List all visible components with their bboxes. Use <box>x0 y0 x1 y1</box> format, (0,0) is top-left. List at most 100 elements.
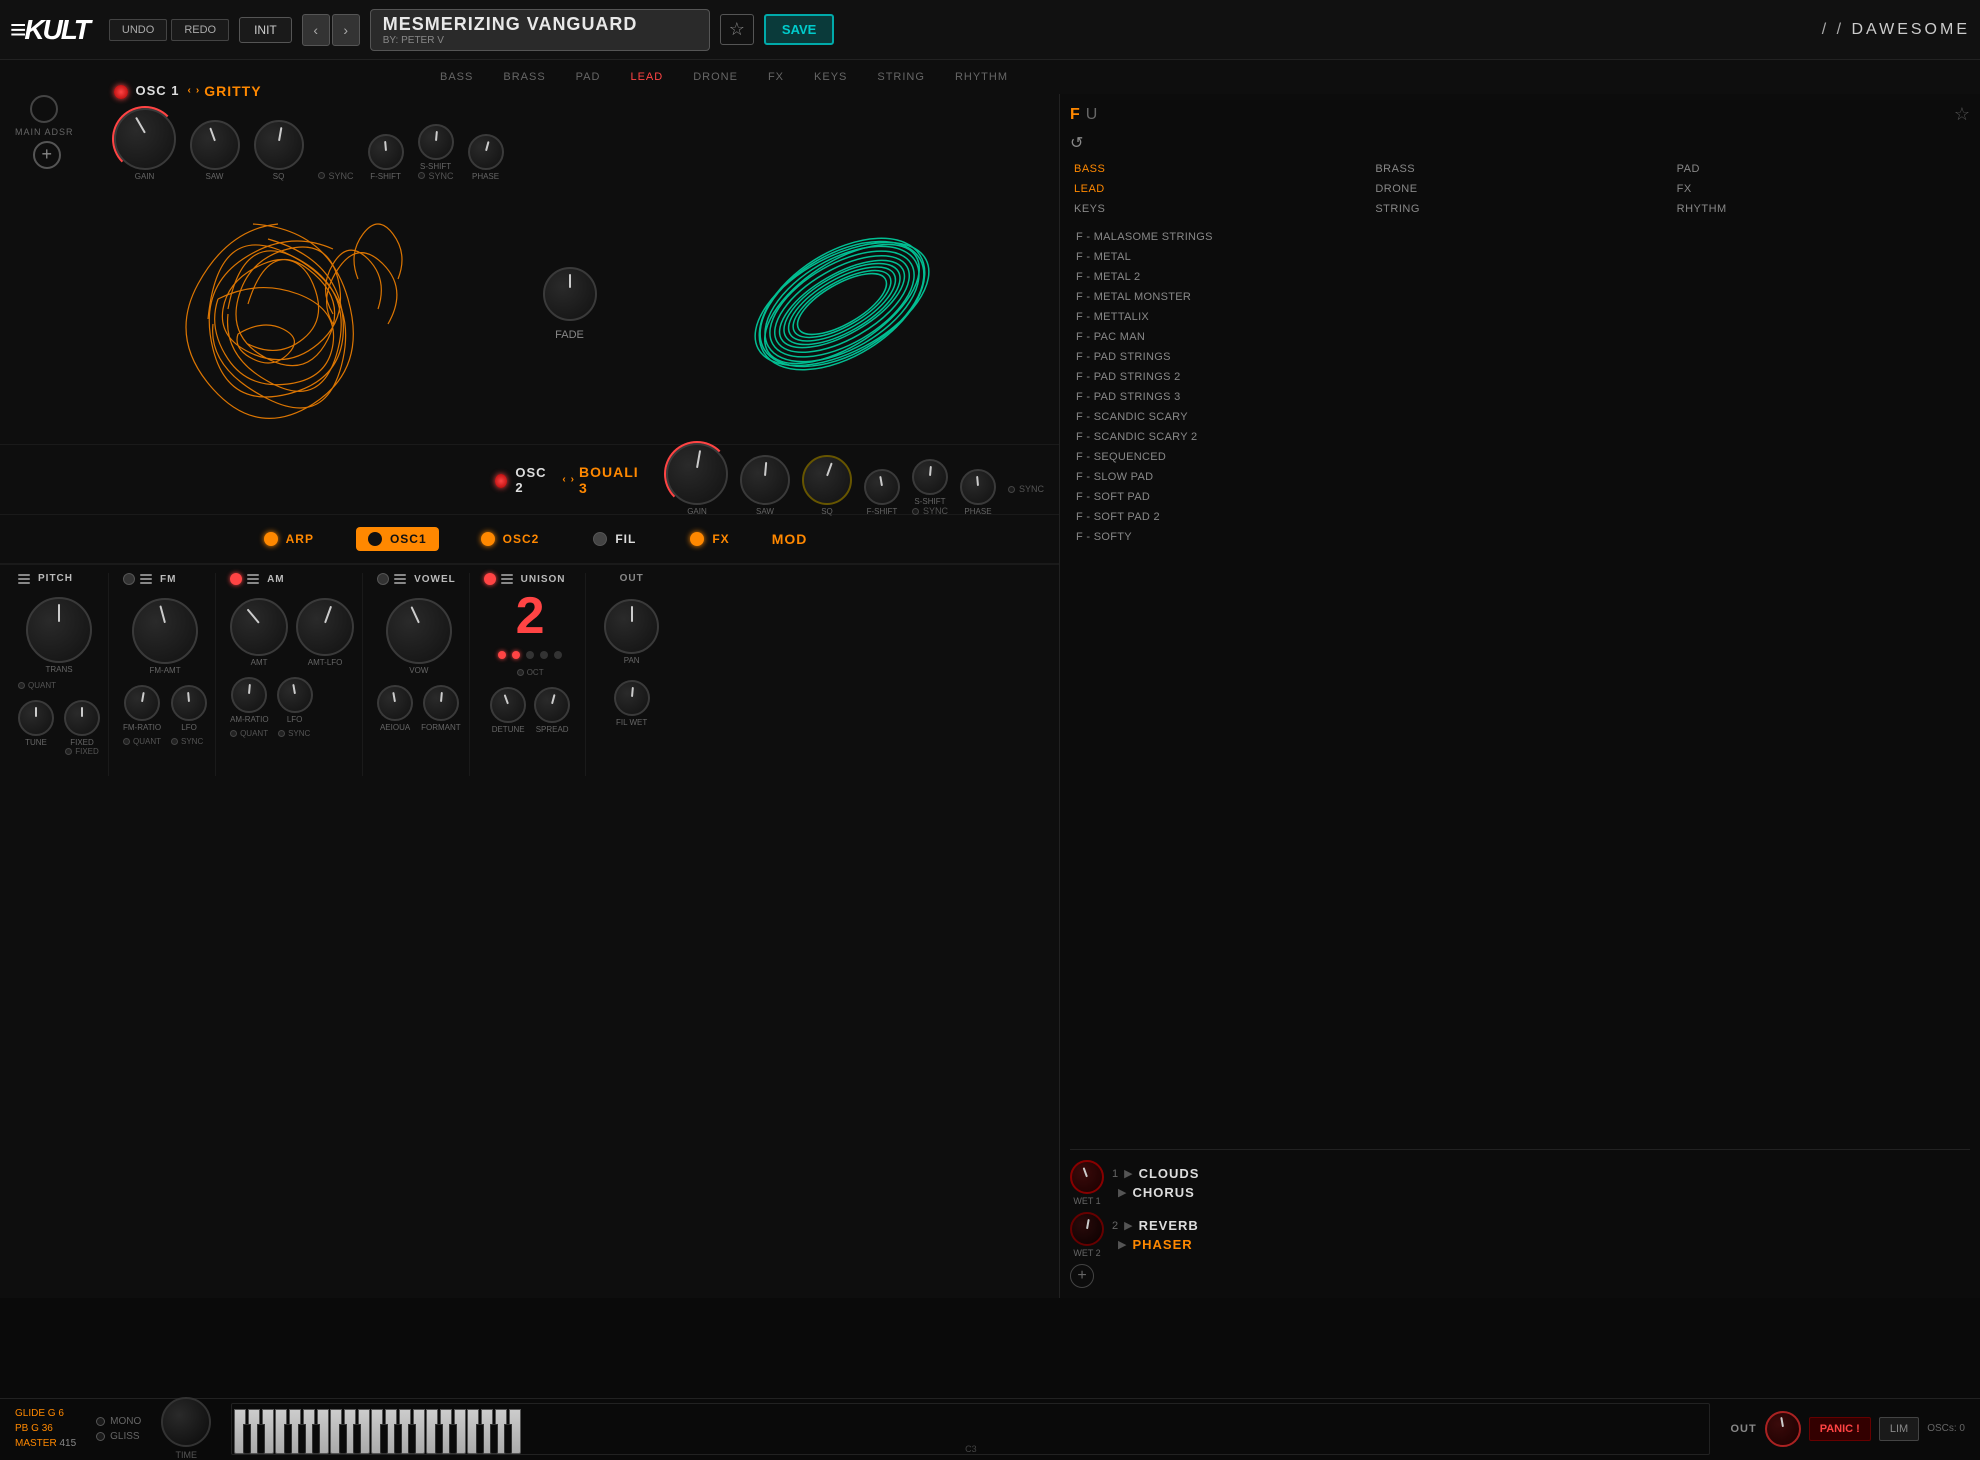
list-item[interactable]: F - SEQUENCED <box>1070 447 1970 467</box>
list-item[interactable]: F - SOFT PAD <box>1070 487 1970 507</box>
panic-button[interactable]: PANIC ! <box>1809 1417 1871 1441</box>
osc1-sq-knob[interactable] <box>254 120 304 170</box>
osc2-sq-knob[interactable] <box>802 455 852 505</box>
detune-knob[interactable] <box>490 687 526 723</box>
effect1-expand-icon[interactable]: ▶ <box>1124 1167 1132 1180</box>
key-black[interactable] <box>435 1424 443 1454</box>
clouds-name[interactable]: CLOUDS <box>1139 1166 1200 1181</box>
trans-knob[interactable] <box>26 597 92 663</box>
redo-button[interactable]: REDO <box>171 19 229 41</box>
cat-pad[interactable]: PAD <box>576 71 601 83</box>
rcat-fx[interactable]: FX <box>1673 181 1970 197</box>
phaser-name[interactable]: PHASER <box>1132 1237 1198 1252</box>
rcat-drone[interactable]: DRONE <box>1371 181 1668 197</box>
osc1-gain-knob[interactable] <box>114 108 176 170</box>
reverb-name[interactable]: REVERB <box>1139 1218 1199 1233</box>
wet1-knob[interactable] <box>1070 1160 1104 1194</box>
chorus-expand-icon[interactable]: ▶ <box>1118 1186 1126 1199</box>
key-black[interactable] <box>243 1424 251 1454</box>
key-black[interactable] <box>449 1424 457 1454</box>
key-black[interactable] <box>339 1424 347 1454</box>
osc2-next-button[interactable]: › <box>571 474 575 485</box>
right-fav-button[interactable]: ☆ <box>1954 104 1970 125</box>
effect2-expand-icon[interactable]: ▶ <box>1124 1219 1132 1232</box>
rcat-bass[interactable]: BASS <box>1070 161 1367 177</box>
add-effect-button[interactable]: + <box>1070 1264 1094 1288</box>
arp-button[interactable]: ARP <box>252 527 326 551</box>
rcat-brass[interactable]: BRASS <box>1371 161 1668 177</box>
key-black[interactable] <box>504 1424 512 1454</box>
fade-knob[interactable] <box>543 267 597 321</box>
gliss-radio[interactable] <box>96 1432 105 1441</box>
time-knob[interactable] <box>161 1397 211 1447</box>
key-black[interactable] <box>257 1424 265 1454</box>
rcat-lead[interactable]: LEAD <box>1070 181 1367 197</box>
undo-button[interactable]: UNDO <box>109 19 167 41</box>
list-item[interactable]: F - SOFT PAD 2 <box>1070 507 1970 527</box>
pan-knob[interactable] <box>604 599 659 654</box>
cat-rhythm[interactable]: RHYTHM <box>955 71 1008 83</box>
osc1-prev-button[interactable]: ‹ <box>188 85 192 96</box>
list-item[interactable]: F - SCANDIC SCARY <box>1070 407 1970 427</box>
fixed-knob[interactable] <box>64 700 100 736</box>
aeioua-knob[interactable] <box>377 685 413 721</box>
formant-knob[interactable] <box>423 685 459 721</box>
am-amt-knob[interactable] <box>230 598 288 656</box>
rcat-keys[interactable]: KEYS <box>1070 201 1367 217</box>
list-item[interactable]: F - METAL <box>1070 247 1970 267</box>
mod-button[interactable]: MOD <box>772 531 808 547</box>
fm-lfo-knob[interactable] <box>171 685 207 721</box>
fm-ratio-knob[interactable] <box>124 685 160 721</box>
phaser-expand-icon[interactable]: ▶ <box>1118 1238 1126 1251</box>
chorus-name[interactable]: CHORUS <box>1132 1185 1199 1200</box>
list-item[interactable]: F - METAL 2 <box>1070 267 1970 287</box>
vow-knob[interactable] <box>386 598 452 664</box>
refresh-button[interactable]: ↺ <box>1070 133 1083 153</box>
out-volume-knob[interactable] <box>1765 1411 1801 1447</box>
rcat-rhythm[interactable]: RHYTHM <box>1673 201 1970 217</box>
init-button[interactable]: INIT <box>239 17 292 43</box>
list-item[interactable]: F - SOFTY <box>1070 527 1970 547</box>
list-item[interactable]: F - METTALIX <box>1070 307 1970 327</box>
list-item[interactable]: F - MALASOME STRINGS <box>1070 227 1970 247</box>
am-lfo-knob[interactable] <box>277 677 313 713</box>
cat-drone[interactable]: DRONE <box>693 71 738 83</box>
spread-knob[interactable] <box>534 687 570 723</box>
next-preset-button[interactable]: › <box>332 14 360 46</box>
key-black[interactable] <box>380 1424 388 1454</box>
osc2-button[interactable]: OSC2 <box>469 527 552 551</box>
prev-preset-button[interactable]: ‹ <box>302 14 330 46</box>
osc2-sshift-knob[interactable] <box>912 459 948 495</box>
am-ratio-knob[interactable] <box>231 677 267 713</box>
lim-button[interactable]: LIM <box>1879 1417 1919 1441</box>
am-amt-lfo-knob[interactable] <box>296 598 354 656</box>
osc1-sshift-knob[interactable] <box>418 124 454 160</box>
osc1-saw-knob[interactable] <box>190 120 240 170</box>
list-item[interactable]: F - SLOW PAD <box>1070 467 1970 487</box>
osc2-phase-knob[interactable] <box>960 469 996 505</box>
cat-brass[interactable]: BRASS <box>503 71 545 83</box>
list-item[interactable]: F - PAD STRINGS 3 <box>1070 387 1970 407</box>
cat-fx[interactable]: FX <box>768 71 784 83</box>
key-black[interactable] <box>353 1424 361 1454</box>
osc2-prev-button[interactable]: ‹ <box>562 474 566 485</box>
key-black[interactable] <box>312 1424 320 1454</box>
rcat-pad[interactable]: PAD <box>1673 161 1970 177</box>
list-item[interactable]: F - METAL MONSTER <box>1070 287 1970 307</box>
key-black[interactable] <box>394 1424 402 1454</box>
list-item[interactable]: F - PAD STRINGS 2 <box>1070 367 1970 387</box>
favorite-button[interactable]: ☆ <box>720 14 754 45</box>
list-item[interactable]: F - PAC MAN <box>1070 327 1970 347</box>
osc2-fshift-knob[interactable] <box>864 469 900 505</box>
cat-keys[interactable]: KEYS <box>814 71 847 83</box>
cat-bass[interactable]: BASS <box>440 71 473 83</box>
list-item[interactable]: F - PAD STRINGS <box>1070 347 1970 367</box>
fil-wet-knob[interactable] <box>614 680 650 716</box>
list-item[interactable]: F - SCANDIC SCARY 2 <box>1070 427 1970 447</box>
osc1-next-button[interactable]: › <box>196 85 200 96</box>
key-black[interactable] <box>284 1424 292 1454</box>
key-black[interactable] <box>490 1424 498 1454</box>
fm-amt-knob[interactable] <box>132 598 198 664</box>
rcat-string[interactable]: STRING <box>1371 201 1668 217</box>
key-black[interactable] <box>298 1424 306 1454</box>
